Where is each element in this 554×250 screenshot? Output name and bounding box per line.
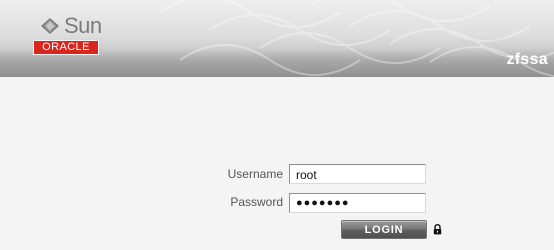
login-button[interactable]: LOGIN — [341, 220, 427, 239]
lock-icon — [433, 224, 442, 235]
sun-logo-text: Sun — [64, 13, 102, 38]
decorative-pattern — [159, 0, 554, 77]
password-input[interactable]: ●●●●●●● — [289, 193, 426, 213]
password-label: Password — [230, 195, 283, 209]
username-input[interactable]: root — [289, 164, 426, 184]
host-name: zfssa — [506, 51, 548, 68]
oracle-logo: ORACLE — [33, 40, 99, 55]
sun-diamond-icon — [41, 18, 59, 34]
sun-logo: Sun — [38, 14, 108, 38]
username-label: Username — [227, 167, 283, 181]
header-bar: Sun ORACLE zfssa — [0, 0, 554, 77]
